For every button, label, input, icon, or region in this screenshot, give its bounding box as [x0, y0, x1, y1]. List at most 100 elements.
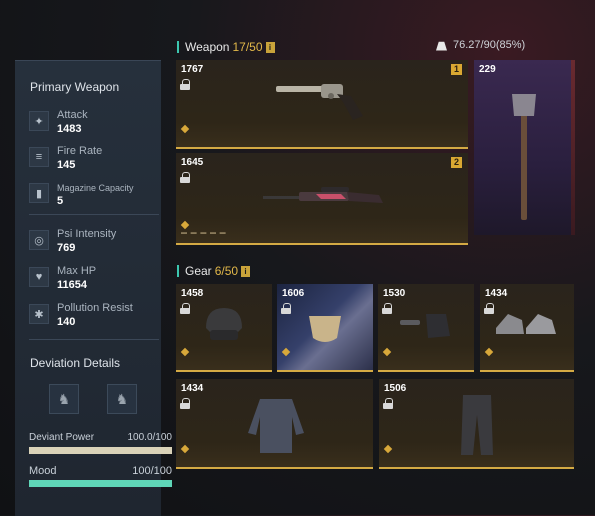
card-underline: [176, 147, 468, 149]
fire-rate-icon: ≡: [29, 147, 49, 167]
mod-slots: ▬ ▬ ▬ ▬ ▬: [181, 230, 227, 236]
stat-value: 5: [57, 195, 64, 207]
mask-icon: [309, 316, 341, 342]
weapon-count: 17/50: [232, 40, 263, 54]
lock-icon[interactable]: [180, 172, 190, 183]
deviant-slot-2[interactable]: ♞: [107, 384, 137, 414]
stat-value: 1483: [57, 123, 82, 135]
stat-name: Psi Intensity: [57, 228, 117, 240]
stat-name: Pollution Resist: [57, 302, 133, 314]
stat-value: 140: [57, 316, 76, 328]
weapon-section-header: Weapon 17/50 i: [177, 40, 275, 54]
rank-badge: 2: [451, 157, 462, 168]
mood-fill: [29, 480, 172, 487]
gear-card-shoes[interactable]: 1434: [480, 284, 574, 372]
quality-icon: [484, 347, 494, 357]
primary-weapon-panel: Primary Weapon ✦ Attack 1483 ≡ Fire Rate…: [15, 60, 172, 516]
weapon-card-revolver[interactable]: 1767 1: [176, 60, 468, 149]
deviant-power-value: 100.0/100: [127, 432, 173, 443]
gear-card-gloves[interactable]: 1530: [378, 284, 474, 372]
item-score: 1506: [384, 383, 407, 394]
weight-icon: [436, 41, 447, 51]
lock-icon[interactable]: [180, 303, 190, 314]
item-score: 1434: [485, 288, 508, 299]
weight-value: 76.27/90(85%): [453, 39, 526, 51]
card-underline: [176, 243, 468, 245]
stat-name: Fire Rate: [57, 145, 103, 157]
stat-max-hp: ♥ Max HP 11654: [29, 265, 159, 295]
stat-psi-intensity: ◎ Psi Intensity 769: [29, 228, 159, 258]
quality-icon: [180, 444, 190, 454]
weapon-section-title: Weapon: [185, 40, 230, 54]
stat-name: Magazine Capacity: [57, 183, 134, 193]
item-score: 1645: [181, 157, 204, 168]
rifle-icon: [263, 187, 383, 203]
card-underline: [277, 370, 373, 372]
info-icon[interactable]: i: [265, 41, 275, 53]
quality-icon: [180, 220, 190, 230]
rank-badge: 1: [451, 64, 462, 75]
lock-icon[interactable]: [383, 398, 393, 409]
deviant-power-fill: [29, 447, 172, 454]
stat-name: Max HP: [57, 265, 97, 277]
pollution-icon: ✱: [29, 304, 49, 324]
primary-weapon-title: Primary Weapon: [30, 80, 120, 94]
card-underline: [176, 467, 373, 469]
helmet-icon: [206, 308, 242, 340]
info-icon[interactable]: i: [241, 265, 251, 277]
card-underline: [480, 370, 574, 372]
lock-icon[interactable]: [180, 398, 190, 409]
lock-icon[interactable]: [281, 303, 291, 314]
stat-value: 769: [57, 242, 76, 254]
stat-name: Attack: [57, 109, 88, 121]
axe-icon: [512, 94, 536, 220]
heart-icon: ♥: [29, 267, 49, 287]
mood-track: [29, 480, 172, 487]
lock-icon[interactable]: [484, 303, 494, 314]
item-score: 1458: [181, 288, 204, 299]
gear-card-helmet[interactable]: 1458: [176, 284, 272, 372]
pants-icon: [461, 395, 493, 455]
panel-edge: [571, 60, 575, 235]
item-score: 1606: [282, 288, 305, 299]
shoes-icon: [496, 314, 556, 334]
stat-value: 145: [57, 159, 76, 171]
weapon-card-rifle[interactable]: 1645 2 ▬ ▬ ▬ ▬ ▬: [176, 153, 468, 245]
quality-icon: [382, 347, 392, 357]
quality-icon: [383, 444, 393, 454]
psi-icon: ◎: [29, 230, 49, 250]
quality-icon: [180, 347, 190, 357]
deviant-power-track: [29, 447, 172, 454]
weight-indicator: 76.27/90(85%): [436, 39, 525, 51]
item-score: 1530: [383, 288, 406, 299]
deviant-power-label: Deviant Power: [29, 432, 95, 443]
divider: [29, 214, 159, 215]
section-marker: [177, 41, 179, 53]
quality-icon: [281, 347, 291, 357]
stat-pollution-resist: ✱ Pollution Resist 140: [29, 302, 159, 332]
gear-card-jacket[interactable]: 1434: [176, 379, 373, 469]
gear-section-header: Gear 6/50 i: [177, 264, 251, 278]
revolver-icon: [276, 84, 363, 120]
card-underline: [378, 370, 474, 372]
stat-magazine-capacity: ▮ Magazine Capacity 5: [29, 181, 159, 211]
section-marker: [177, 265, 179, 277]
gloves-icon: [400, 314, 450, 338]
magazine-icon: ▮: [29, 183, 49, 203]
weapon-card-axe[interactable]: 229: [474, 60, 571, 235]
item-score: 229: [479, 64, 496, 75]
deviation-details-title: Deviation Details: [30, 356, 121, 370]
lock-icon[interactable]: [382, 303, 392, 314]
item-score: 1434: [181, 383, 204, 394]
quality-icon: [180, 124, 190, 134]
deviant-slot-1[interactable]: ♞: [49, 384, 79, 414]
jacket-icon: [248, 399, 304, 453]
item-score: 1767: [181, 64, 204, 75]
attack-icon: ✦: [29, 111, 49, 131]
mood-label: Mood: [29, 465, 57, 477]
gear-card-mask[interactable]: 1606: [277, 284, 373, 372]
gear-section-title: Gear: [185, 264, 212, 278]
stat-fire-rate: ≡ Fire Rate 145: [29, 145, 159, 175]
gear-card-pants[interactable]: 1506: [379, 379, 574, 469]
lock-icon[interactable]: [180, 79, 190, 90]
